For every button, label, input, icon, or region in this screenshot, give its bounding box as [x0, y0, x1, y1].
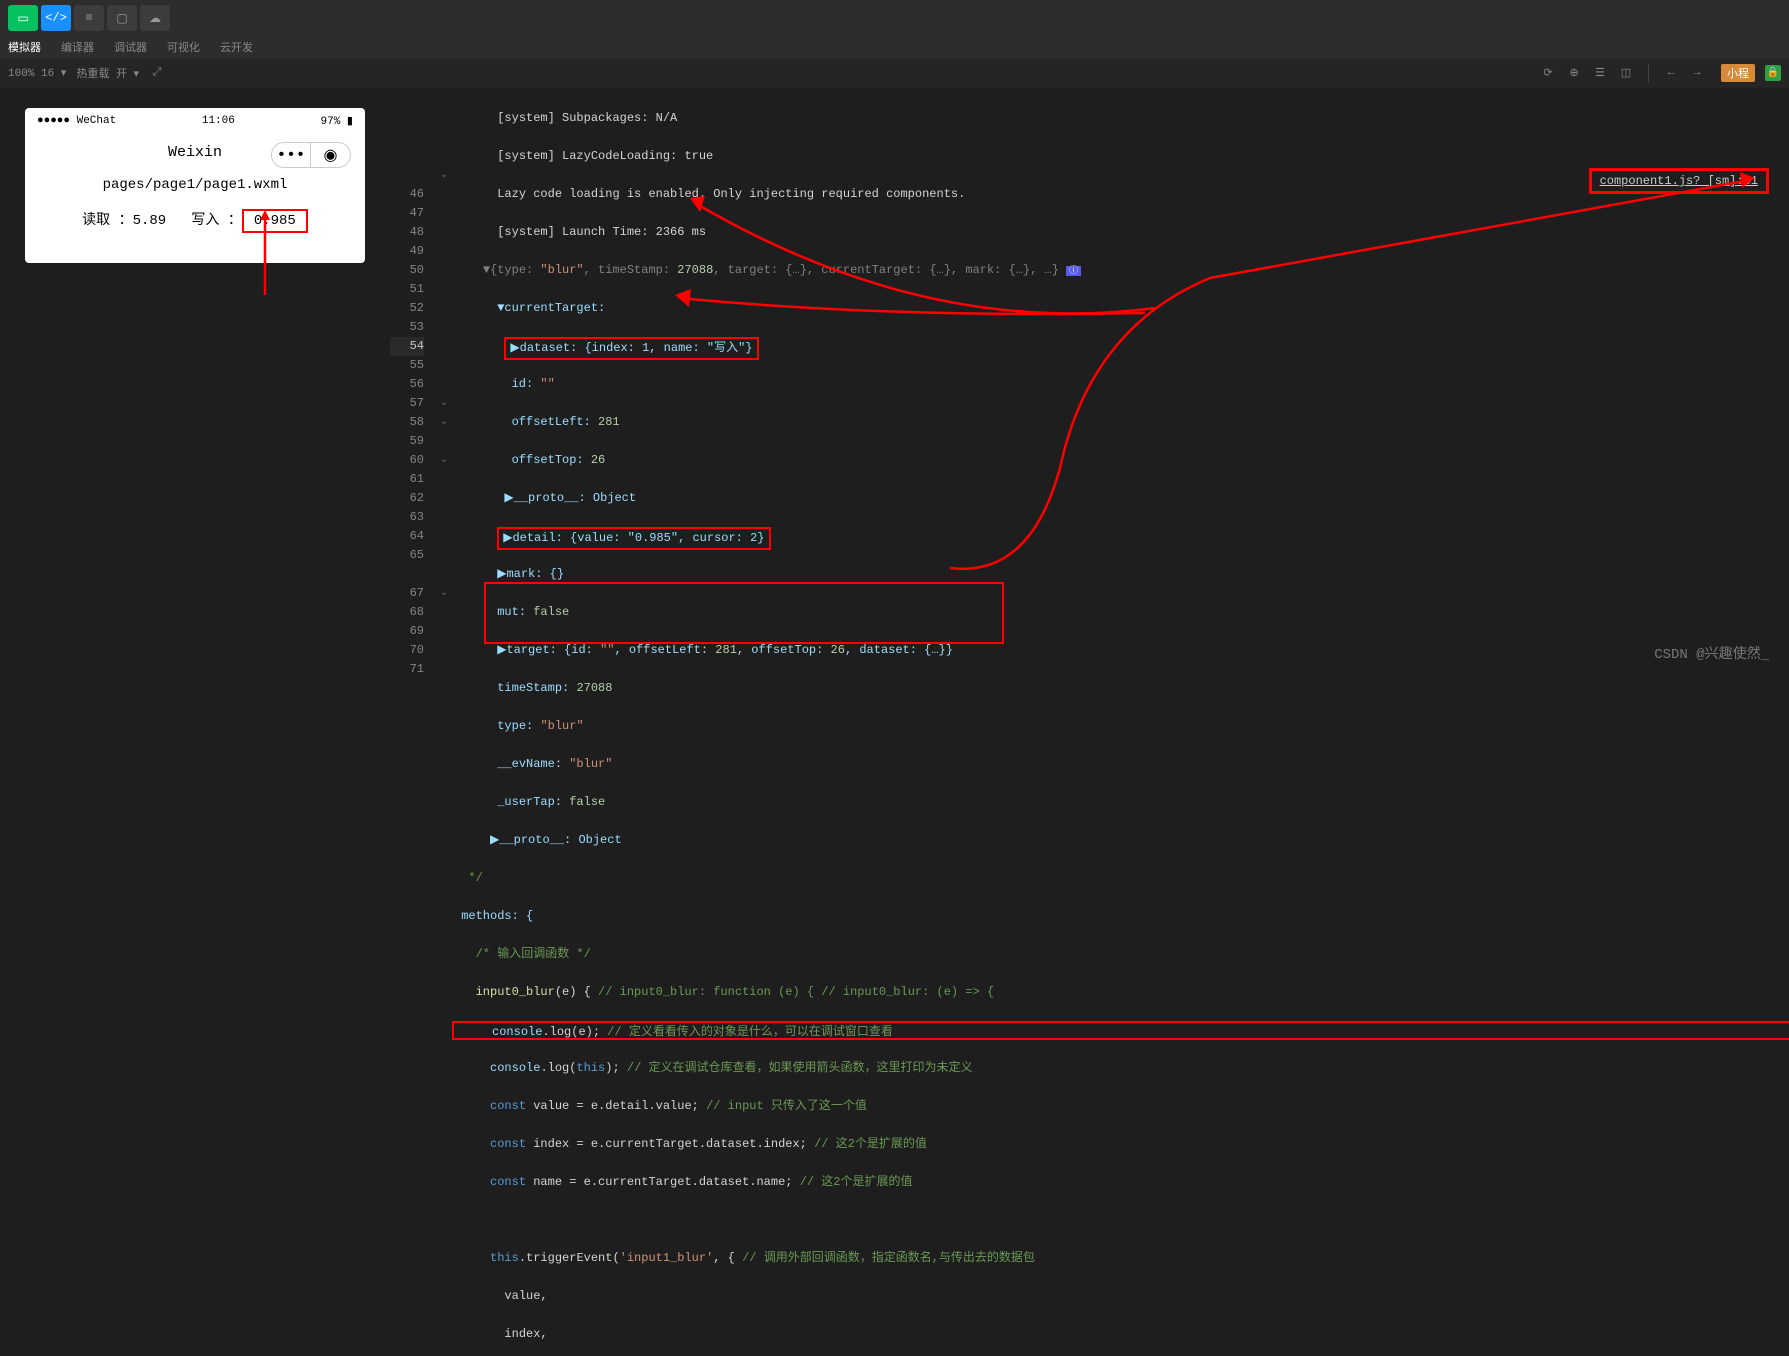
watermark: CSDN @兴趣使然_: [1654, 643, 1769, 663]
cloud-btn[interactable]: ☁: [140, 5, 170, 31]
console-line: [system] LazyCodeLoading: true: [497, 149, 713, 163]
preview-btn[interactable]: ▢: [107, 5, 137, 31]
code-btn[interactable]: </>: [41, 5, 71, 31]
write-label: 写入: [191, 213, 219, 229]
tab-visual[interactable]: 可视化: [167, 39, 200, 55]
code-panel: 4647484950515253545556575859606162636465…: [390, 88, 1789, 678]
source-link[interactable]: component1.js? [sm]:61: [1589, 168, 1769, 194]
write-colon: ：: [228, 213, 242, 229]
dataset-box: ▶dataset: {index: 1, name: "写入"}: [504, 337, 758, 360]
crosshair-icon[interactable]: ⊕: [1566, 65, 1582, 81]
carrier-text: ●●●●● WeChat: [37, 115, 116, 127]
tree-icon[interactable]: ☰: [1592, 65, 1608, 81]
page-content: 读取 ：5.89 写入 ：0.985: [25, 199, 365, 263]
split-icon[interactable]: ◫: [1618, 65, 1634, 81]
console-line: Lazy code loading is enabled. Only injec…: [497, 187, 965, 201]
tool-row: 100% 16 ▾ 热重载 开 ▾ ⤢ ⟳ ⊕ ☰ ◫ ← → 小程 🔒: [0, 58, 1789, 88]
tab-cloud[interactable]: 云开发: [220, 39, 253, 55]
write-input[interactable]: 0.985: [242, 209, 308, 233]
read-value: ：5.89: [119, 213, 167, 229]
refresh-icon[interactable]: ⟳: [1540, 65, 1556, 81]
fold-column: ⌄⌄⌄⌄⌄: [434, 88, 454, 678]
time-text: 11:06: [202, 115, 235, 127]
tab-debugger[interactable]: 调试器: [114, 39, 147, 55]
back-icon[interactable]: ←: [1663, 65, 1679, 81]
console-log-line: console.log(e); // 定义看看传入的对象是什么，可以在调试窗口查…: [452, 1021, 1789, 1040]
fwd-icon[interactable]: →: [1689, 65, 1705, 81]
battery-text: 97% ▮: [321, 114, 353, 128]
console-line: [system] Launch Time: 2366 ms: [497, 225, 706, 239]
tab-compiler[interactable]: 编译器: [61, 39, 94, 55]
read-label: 读取: [82, 213, 110, 229]
line-gutter: 4647484950515253545556575859606162636465…: [390, 88, 434, 678]
expand-icon[interactable]: ⤢: [149, 65, 165, 81]
simulator-btn[interactable]: ▭: [8, 5, 38, 31]
sub-tabs: 模拟器 编译器 调试器 可视化 云开发: [0, 36, 1789, 58]
phone-titlebar: Weixin ••• ◉: [25, 134, 365, 171]
capsule-more-btn[interactable]: •••: [271, 142, 311, 168]
phone-statusbar: ●●●●● WeChat 11:06 97% ▮: [25, 108, 365, 134]
layers-btn[interactable]: ≡: [74, 5, 104, 31]
page-path: pages/page1/page1.wxml: [25, 171, 365, 199]
capsule-close-btn[interactable]: ◉: [311, 142, 351, 168]
app-title: Weixin: [168, 144, 222, 161]
lock-icon[interactable]: 🔒: [1765, 65, 1781, 81]
top-toolbar: ▭ </> ≡ ▢ ☁: [0, 0, 1789, 36]
tab-simulator[interactable]: 模拟器: [8, 39, 41, 55]
zoom-dropdown[interactable]: 100% 16 ▾: [8, 66, 66, 80]
phone-frame: ●●●●● WeChat 11:06 97% ▮ Weixin ••• ◉ pa…: [25, 108, 365, 263]
miniapp-tag[interactable]: 小程: [1721, 64, 1755, 82]
main-area: ●●●●● WeChat 11:06 97% ▮ Weixin ••• ◉ pa…: [0, 88, 1789, 678]
device-dropdown[interactable]: 热重载 开 ▾: [76, 65, 139, 81]
detail-box: ▶detail: {value: "0.985", cursor: 2}: [497, 527, 770, 550]
simulator-panel: ●●●●● WeChat 11:06 97% ▮ Weixin ••• ◉ pa…: [0, 88, 390, 678]
console-line: [system] Subpackages: N/A: [497, 111, 677, 125]
